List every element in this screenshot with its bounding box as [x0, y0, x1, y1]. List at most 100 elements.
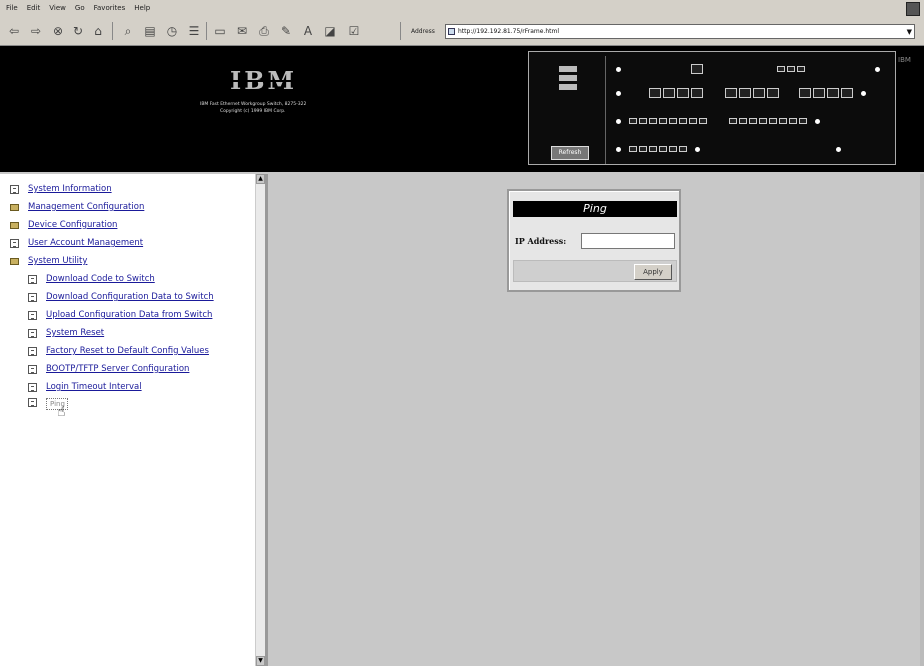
port-led-icon	[649, 146, 657, 152]
nav-scrollbar[interactable]: ▲ ▼	[255, 174, 265, 666]
port-led-icon	[749, 118, 757, 124]
led-matrix-icon	[797, 66, 805, 72]
console-port-icon	[691, 64, 703, 74]
port-area	[605, 56, 895, 164]
nav-label: Upload Configuration Data from Switch	[46, 310, 213, 320]
nav-download-code[interactable]: Download Code to Switch	[28, 274, 155, 284]
print-icon[interactable]: ⎙	[256, 24, 272, 38]
status-led-icon	[616, 66, 621, 72]
port-led-icon	[789, 118, 797, 124]
scroll-down-icon[interactable]: ▼	[256, 656, 265, 666]
ethernet-port-icon	[753, 88, 765, 98]
nav-management-configuration[interactable]: Management Configuration	[10, 202, 144, 212]
font-icon[interactable]: A	[300, 24, 316, 38]
ethernet-port-icon	[827, 88, 839, 98]
switch-front-panel: Refresh	[528, 51, 896, 165]
port-row	[610, 114, 826, 128]
channels-icon[interactable]: ☰	[186, 24, 202, 38]
nav-factory-reset[interactable]: Factory Reset to Default Config Values	[28, 346, 209, 356]
menu-bar: File Edit View Go Favorites Help	[0, 0, 924, 16]
nav-label: Device Configuration	[28, 220, 118, 230]
folder-open-icon	[10, 257, 19, 265]
document-icon	[28, 292, 37, 302]
nav-label: Download Code to Switch	[46, 274, 155, 284]
nav-download-config[interactable]: Download Configuration Data to Switch	[28, 292, 214, 302]
port-led-icon	[779, 118, 787, 124]
document-icon	[28, 328, 37, 338]
navigation-frame: System Information Management Configurat…	[0, 174, 268, 666]
document-icon	[28, 274, 37, 284]
related-icon[interactable]: ☑	[346, 24, 362, 38]
home-icon[interactable]: ⌂	[90, 24, 106, 38]
refresh-icon[interactable]: ↻	[70, 24, 86, 38]
document-icon	[28, 398, 37, 407]
menu-help[interactable]: Help	[134, 4, 150, 12]
address-label: Address	[411, 28, 435, 35]
status-led-icon	[695, 146, 700, 152]
back-icon[interactable]: ⇦	[6, 24, 22, 38]
mail-icon[interactable]: ✉	[234, 24, 250, 38]
ethernet-port-icon	[841, 88, 853, 98]
nav-system-reset[interactable]: System Reset	[28, 328, 104, 338]
nav-login-timeout[interactable]: Login Timeout Interval	[28, 382, 142, 392]
ethernet-port-icon	[677, 88, 689, 98]
port-led-icon	[759, 118, 767, 124]
port-led-icon	[769, 118, 777, 124]
port-led-icon	[649, 118, 657, 124]
menu-file[interactable]: File	[6, 4, 18, 12]
nav-user-account-management[interactable]: User Account Management	[10, 238, 143, 248]
address-url: http://192.192.81.75/rFrame.html	[458, 28, 560, 35]
nav-label: System Utility	[28, 256, 88, 266]
menu-view[interactable]: View	[49, 4, 66, 12]
ip-address-input[interactable]	[581, 233, 675, 249]
nav-bootp-tftp[interactable]: BOOTP/TFTP Server Configuration	[28, 364, 189, 374]
nav-label: Factory Reset to Default Config Values	[46, 346, 209, 356]
port-led-icon	[639, 118, 647, 124]
ethernet-port-icon	[767, 88, 779, 98]
main-scrollbar[interactable]	[920, 174, 924, 666]
status-led-icon	[836, 146, 841, 152]
port-led-icon	[629, 146, 637, 152]
status-led-icon	[616, 146, 621, 152]
forward-icon[interactable]: ⇨	[28, 24, 44, 38]
ping-title: Ping	[513, 201, 677, 217]
nav-label: BOOTP/TFTP Server Configuration	[46, 364, 190, 374]
nav-label: System Reset	[46, 328, 105, 338]
menu-go[interactable]: Go	[75, 4, 85, 12]
search-icon[interactable]: ⌕	[120, 24, 136, 38]
nav-system-utility[interactable]: System Utility	[10, 256, 87, 266]
scroll-up-icon[interactable]: ▲	[256, 174, 265, 184]
menu-favorites[interactable]: Favorites	[94, 4, 126, 12]
apply-button[interactable]: Apply	[634, 264, 672, 280]
edit-icon[interactable]: ✎	[278, 24, 294, 38]
port-led-icon	[629, 118, 637, 124]
ethernet-port-icon	[663, 88, 675, 98]
document-icon	[28, 310, 37, 320]
nav-upload-config[interactable]: Upload Configuration Data from Switch	[28, 310, 212, 320]
status-led-icon	[875, 66, 880, 72]
ibm-corner-logo: IBM	[898, 56, 911, 64]
dropdown-arrow-icon[interactable]: ▼	[907, 26, 912, 39]
refresh-button[interactable]: Refresh	[551, 146, 589, 160]
status-led-icon	[616, 90, 621, 96]
address-bar[interactable]: http://192.192.81.75/rFrame.html ▼	[445, 24, 915, 39]
document-icon	[10, 238, 19, 248]
browser-window: File Edit View Go Favorites Help ⇦ ⇨ ⊗ ↻…	[0, 0, 924, 666]
nav-ping[interactable]	[28, 398, 46, 407]
toolbar-separator	[400, 22, 401, 40]
document-icon	[28, 346, 37, 356]
discuss-icon[interactable]: ◪	[322, 24, 338, 38]
port-led-icon	[669, 146, 677, 152]
fullscreen-icon[interactable]: ▭	[212, 24, 228, 38]
ethernet-port-icon	[691, 88, 703, 98]
nav-system-information[interactable]: System Information	[10, 184, 112, 194]
stop-icon[interactable]: ⊗	[50, 24, 66, 38]
history-icon[interactable]: ◷	[164, 24, 180, 38]
ping-panel: Ping IP Address: Apply	[507, 189, 681, 292]
ibm-logo: IBM	[230, 66, 298, 95]
menu-edit[interactable]: Edit	[27, 4, 41, 12]
port-led-icon	[639, 146, 647, 152]
nav-device-configuration[interactable]: Device Configuration	[10, 220, 117, 230]
port-led-icon	[659, 146, 667, 152]
favorites-icon[interactable]: ▤	[142, 24, 158, 38]
